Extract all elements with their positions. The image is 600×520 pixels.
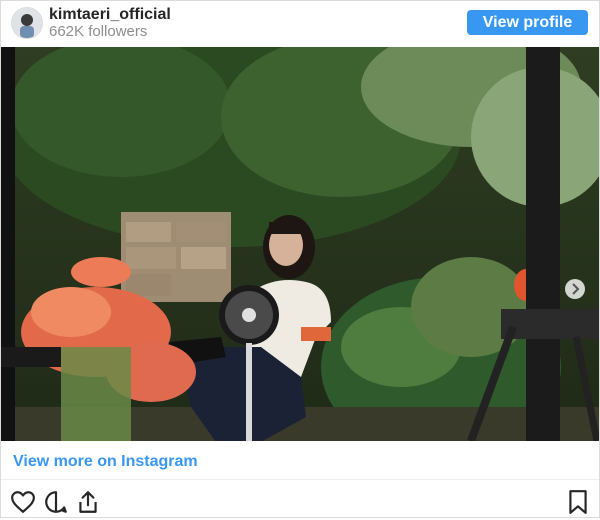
- followers-count: 662K followers: [49, 23, 148, 40]
- username[interactable]: kimtaeri_official: [49, 6, 171, 24]
- comment-icon: [45, 491, 67, 513]
- share-button[interactable]: [75, 489, 101, 515]
- view-profile-button[interactable]: View profile: [467, 10, 588, 35]
- avatar[interactable]: [11, 7, 43, 39]
- save-button[interactable]: [565, 489, 591, 515]
- share-icon: [79, 491, 97, 513]
- view-more-link[interactable]: View more on Instagram: [13, 453, 198, 471]
- instagram-embed: kimtaeri_official 662K followers View pr…: [0, 0, 600, 518]
- like-button[interactable]: [10, 489, 36, 515]
- post-image[interactable]: [1, 47, 599, 441]
- bookmark-icon: [569, 490, 587, 514]
- chevron-right-icon: [572, 283, 580, 295]
- comment-button[interactable]: [43, 489, 69, 515]
- post-header: kimtaeri_official 662K followers View pr…: [1, 1, 599, 45]
- next-image-button[interactable]: [565, 279, 585, 299]
- divider: [1, 479, 599, 480]
- heart-icon: [11, 491, 35, 513]
